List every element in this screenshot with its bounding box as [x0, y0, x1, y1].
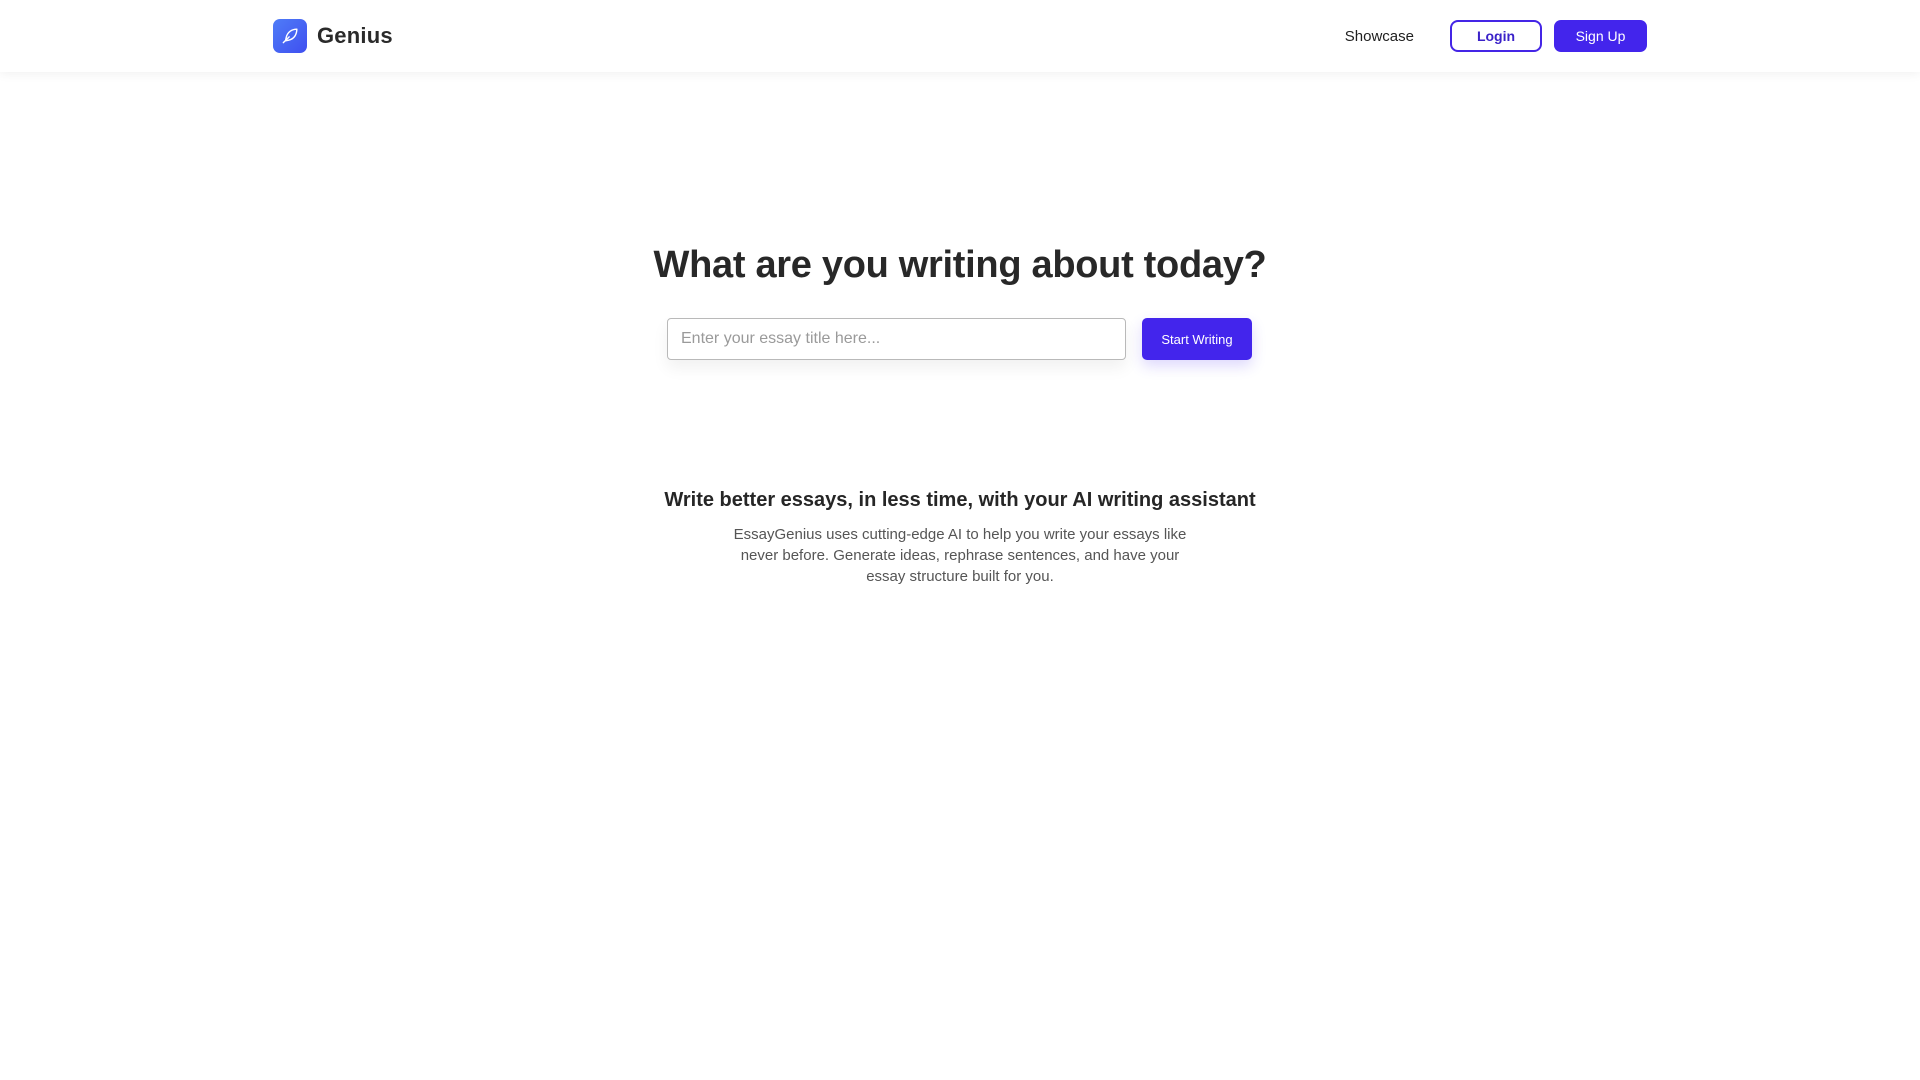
- showcase-link[interactable]: Showcase: [1345, 28, 1414, 45]
- navbar: Genius Showcase Login Sign Up: [0, 0, 1920, 72]
- signup-button[interactable]: Sign Up: [1554, 20, 1647, 52]
- brand-name: Genius: [317, 23, 393, 48]
- feather-icon: [273, 19, 307, 53]
- feature-heading: Write better essays, in less time, with …: [664, 489, 1256, 511]
- login-button[interactable]: Login: [1450, 20, 1542, 52]
- start-writing-button[interactable]: Start Writing: [1142, 318, 1252, 360]
- essay-title-input[interactable]: [667, 318, 1126, 360]
- hero-title: What are you writing about today?: [653, 244, 1267, 286]
- nav-actions: Showcase Login Sign Up: [1345, 20, 1647, 52]
- brand-logo-link[interactable]: Genius: [273, 19, 393, 53]
- feature-description: EssayGenius uses cutting-edge AI to help…: [733, 526, 1187, 585]
